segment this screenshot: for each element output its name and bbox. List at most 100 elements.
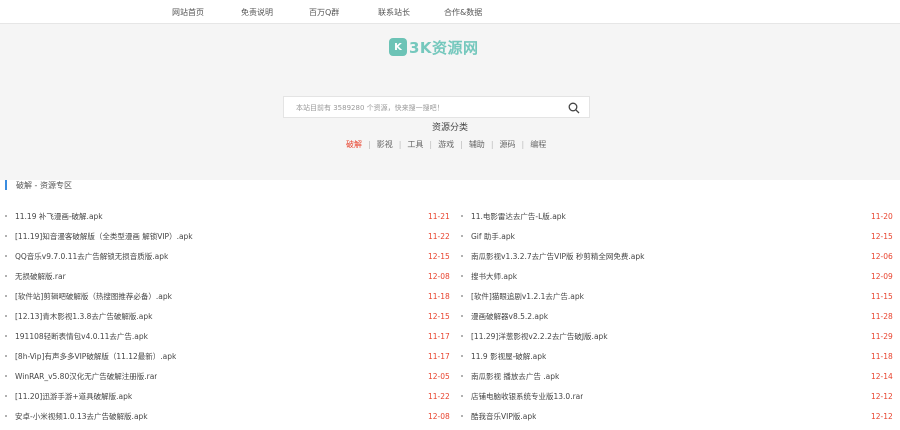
bullet-icon [461,355,463,357]
bullet-icon [461,235,463,237]
list-item[interactable]: 11.电影雷达去广告-L版.apk [461,210,861,222]
section-title: 破解 - 资源专区 [16,180,72,190]
item-title[interactable]: [软件站]剪辑吧破解版（热搜图推荐必备）.apk [15,291,172,302]
item-date: 11-22 [428,231,450,241]
list-item[interactable]: Gif 助手.apk [461,230,861,242]
list-item[interactable]: 南瓜影视v1.3.2.7去广告VIP版 秒剪精全网免费.apk [461,250,861,262]
item-title[interactable]: 南瓜影视 播放去广告 .apk [471,371,559,382]
item-title[interactable]: 无损破解版.rar [15,271,66,282]
bullet-icon [461,375,463,377]
item-title[interactable]: [11.20]迅游手游+道具破解版.apk [15,391,132,402]
bullet-icon [5,395,7,397]
site-logo[interactable]: K 3K资源网 [389,36,479,58]
search-box[interactable]: 本站目前有 3589280 个资源，快来搜一搜吧！ [283,96,590,118]
divider: | [429,140,433,149]
table-row: [11.20]迅游手游+道具破解版.apk 11-22 店铺电脑收银系统专业版13.… [0,390,900,410]
item-title[interactable]: 11.9 影视屋-破解.apk [471,351,546,362]
list-item[interactable]: 搜书大师.apk [461,270,861,282]
list-item[interactable]: 店铺电脑收银系统专业版13.0.rar [461,390,861,402]
list-item[interactable]: WinRAR_v5.80汉化无广告破解注册版.rar [5,370,425,382]
resource-list: 11.19 补飞漫画-破解.apk 11-21 11.电影雷达去广告-L版.apk 1… [0,210,900,430]
item-title[interactable]: 南瓜影视v1.3.2.7去广告VIP版 秒剪精全网免费.apk [471,251,645,262]
item-date: 11-17 [428,351,450,361]
search-input[interactable]: 本站目前有 3589280 个资源，快来搜一搜吧！ [296,103,444,113]
item-date: 12-15 [428,251,450,261]
header-banner: K 3K资源网 本站目前有 3589280 个资源，快来搜一搜吧！ [0,24,900,120]
item-title[interactable]: 酷我音乐VIP版.apk [471,411,536,422]
category-source[interactable]: 源码 [500,139,516,150]
item-title[interactable]: [11.29]洋葱影视v2.2.2去广告破J版.apk [471,331,608,342]
category-list: 破解 | 影视 | 工具 | 游戏 | 辅助 | 源码 | 编程 [346,139,546,150]
search-icon[interactable] [568,102,580,114]
item-date: 11-18 [428,291,450,301]
item-title[interactable]: Gif 助手.apk [471,231,515,242]
bullet-icon [461,415,463,417]
list-item[interactable]: 安卓-小米视频1.0.13去广告破解版.apk [5,410,425,422]
item-date: 12-08 [428,271,450,281]
list-item[interactable]: [8h-Vip]有声多多VIP破解版（11.12最新）.apk [5,350,425,362]
list-item[interactable]: [软件]猫眼追剧v1.2.1去广告.apk [461,290,861,302]
list-item[interactable]: 漫画破解器v8.5.2.apk [461,310,861,322]
category-title: 资源分类 [431,123,468,133]
divider: | [398,140,402,149]
bullet-icon [5,275,7,277]
divider: | [521,140,525,149]
item-title[interactable]: QQ音乐v9.7.0.11去广告解锁无损音质版.apk [15,251,168,262]
nav-contact[interactable]: 联系站长 [378,7,410,18]
item-title[interactable]: 搜书大师.apk [471,271,517,282]
bullet-icon [5,295,7,297]
bullet-icon [461,335,463,337]
table-row: [11.19]知音漫客破解版（全类型漫画 解锁VIP）.apk 11-22 Gif … [0,230,900,250]
bullet-icon [461,255,463,257]
item-title[interactable]: 191108轻断表情包v4.0.11去广告.apk [15,331,148,342]
item-date: 12-05 [428,371,450,381]
list-item[interactable]: 191108轻断表情包v4.0.11去广告.apk [5,330,425,342]
item-date: 12-14 [871,371,893,381]
item-title[interactable]: [8h-Vip]有声多多VIP破解版（11.12最新）.apk [15,351,176,362]
category-assist[interactable]: 辅助 [469,139,485,150]
table-row: [8h-Vip]有声多多VIP破解版（11.12最新）.apk 11-17 11.9… [0,350,900,370]
bullet-icon [461,215,463,217]
list-item[interactable]: [12.13]青木影视1.3.8去广告破解版.apk [5,310,425,322]
list-item[interactable]: 11.9 影视屋-破解.apk [461,350,861,362]
table-row: QQ音乐v9.7.0.11去广告解锁无损音质版.apk 12-15 南瓜影视v1.3… [0,250,900,270]
item-date: 12-09 [871,271,893,281]
item-title[interactable]: 漫画破解器v8.5.2.apk [471,311,548,322]
nav-home[interactable]: 网站首页 [172,7,204,18]
category-video[interactable]: 影视 [377,139,393,150]
item-title[interactable]: [软件]猫眼追剧v1.2.1去广告.apk [471,291,584,302]
category-crack[interactable]: 破解 [346,139,362,150]
list-item[interactable]: 南瓜影视 播放去广告 .apk [461,370,861,382]
category-games[interactable]: 游戏 [438,139,454,150]
nav-cooperation[interactable]: 合作&数据 [444,7,482,18]
list-item[interactable]: QQ音乐v9.7.0.11去广告解锁无损音质版.apk [5,250,425,262]
item-title[interactable]: 11.19 补飞漫画-破解.apk [15,211,103,222]
nav-disclaimer[interactable]: 免责说明 [241,7,273,18]
item-date: 12-15 [871,231,893,241]
logo-mark: K [389,38,407,56]
item-title[interactable]: WinRAR_v5.80汉化无广告破解注册版.rar [15,371,157,382]
list-item[interactable]: [软件站]剪辑吧破解版（热搜图推荐必备）.apk [5,290,425,302]
item-title[interactable]: [12.13]青木影视1.3.8去广告破解版.apk [15,311,153,322]
list-item[interactable]: 无损破解版.rar [5,270,425,282]
divider: | [368,140,371,149]
bullet-icon [5,375,7,377]
item-title[interactable]: [11.19]知音漫客破解版（全类型漫画 解锁VIP）.apk [15,231,193,242]
list-item[interactable]: [11.19]知音漫客破解版（全类型漫画 解锁VIP）.apk [5,230,425,242]
item-title[interactable]: 店铺电脑收银系统专业版13.0.rar [471,391,583,402]
bullet-icon [5,315,7,317]
bullet-icon [5,215,7,217]
item-title[interactable]: 11.电影雷达去广告-L版.apk [471,211,566,222]
list-item[interactable]: [11.29]洋葱影视v2.2.2去广告破J版.apk [461,330,861,342]
category-programming[interactable]: 编程 [530,139,546,150]
item-date: 12-12 [871,391,893,401]
table-row: [12.13]青木影视1.3.8去广告破解版.apk 12-15 漫画破解器v8.5… [0,310,900,330]
list-item[interactable]: 酷我音乐VIP版.apk [461,410,861,422]
nav-qq-group[interactable]: 百万Q群 [309,7,339,18]
list-item[interactable]: 11.19 补飞漫画-破解.apk [5,210,425,222]
item-title[interactable]: 安卓-小米视频1.0.13去广告破解版.apk [15,411,148,422]
divider: | [460,140,463,149]
category-bar: 资源分类 破解 | 影视 | 工具 | 游戏 | 辅助 | 源码 | 编程 [0,120,900,180]
category-tools[interactable]: 工具 [407,139,423,150]
list-item[interactable]: [11.20]迅游手游+道具破解版.apk [5,390,425,402]
